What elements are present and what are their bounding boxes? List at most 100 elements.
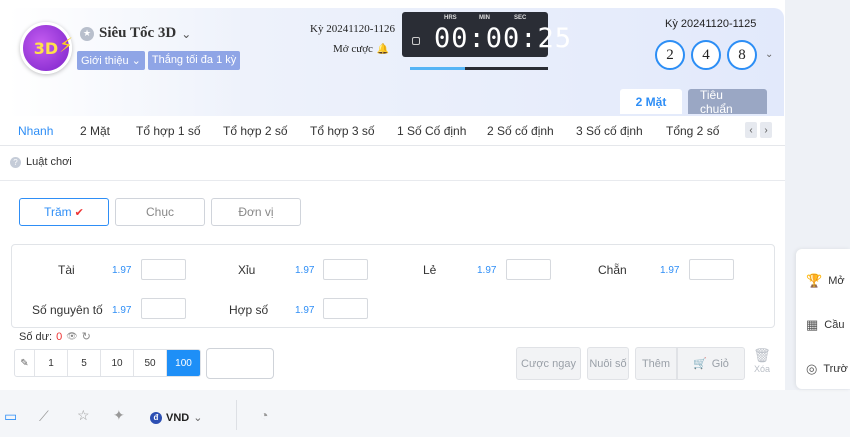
nav-item[interactable]: Tổ hợp 3 số xyxy=(310,124,375,138)
result-ball: 4 xyxy=(691,40,721,70)
nav-item[interactable]: Nhanh xyxy=(18,124,53,138)
nav-item[interactable]: 2 Mặt xyxy=(80,124,110,138)
lightning-icon: ⚡ xyxy=(58,33,73,57)
clock-icon xyxy=(412,37,420,45)
divider xyxy=(0,180,785,181)
current-period: Kỳ 20241120-1126 xyxy=(310,23,396,35)
nav-item[interactable]: 1 Số Cố định xyxy=(397,124,466,138)
delete-button[interactable]: 🗑 Xóa xyxy=(752,347,772,374)
chat-icon[interactable]: ◔ xyxy=(260,407,268,423)
position-tens-button[interactable]: Chục xyxy=(115,198,205,226)
option-label: Số nguyên tố xyxy=(32,303,103,317)
amount-input[interactable] xyxy=(206,348,274,379)
circle-arrow-icon: ◎ xyxy=(806,361,818,376)
option-odds: 1.97 xyxy=(295,265,315,276)
chase-number-button[interactable]: Nuôi số xyxy=(587,347,629,380)
timer-hrs-label: HRS xyxy=(444,15,457,21)
chevron-down-icon: ⌄ xyxy=(193,412,203,424)
chevron-left-icon[interactable]: ‹ xyxy=(745,122,757,138)
result-balls: 2 4 8 xyxy=(655,40,757,70)
option-amount-input[interactable] xyxy=(323,298,368,319)
betting-status: Mở cược 🔔 xyxy=(333,43,390,55)
option-label: Lẻ xyxy=(423,263,437,277)
chevron-down-icon[interactable]: ⌄ xyxy=(765,49,773,60)
chip[interactable]: 50 xyxy=(134,350,167,376)
question-icon: ? xyxy=(10,156,21,168)
option-amount-input[interactable] xyxy=(323,259,368,280)
option-label: Chẵn xyxy=(598,263,627,277)
currency-selector[interactable]: đ VND ⌄ xyxy=(150,411,202,424)
chevron-right-icon[interactable]: › xyxy=(760,122,772,138)
side-item-open[interactable]: 🏆 Mở xyxy=(806,273,845,289)
option-amount-input[interactable] xyxy=(141,259,186,280)
side-item-road[interactable]: ▦ Cầu xyxy=(806,317,844,333)
nav-item[interactable]: 2 Số cố định xyxy=(487,124,554,138)
position-hundreds-button[interactable]: Trăm ✔ xyxy=(19,198,109,226)
chip[interactable]: 100 xyxy=(167,350,200,376)
chart-line-icon[interactable]: ⟋ xyxy=(39,408,49,425)
tab-2-mat[interactable]: 2 Mặt xyxy=(620,89,682,114)
check-icon: ✔ xyxy=(74,206,84,219)
side-item-trend[interactable]: ◎ Trườ xyxy=(806,361,848,377)
bell-icon: 🔔 xyxy=(376,44,390,55)
currency-icon: đ xyxy=(150,411,162,424)
star-icon[interactable]: ☆ xyxy=(77,407,90,424)
refresh-icon[interactable]: ↻ xyxy=(82,330,91,343)
option-label: Xỉu xyxy=(238,263,256,277)
edit-icon[interactable]: ✎ xyxy=(15,350,35,376)
confetti-icon[interactable]: ✦ xyxy=(113,407,125,424)
bottom-toolbar xyxy=(0,390,850,437)
timer-digits: 00:00:25 xyxy=(434,23,573,54)
side-panel: 🏆 Mở ▦ Cầu ◎ Trườ xyxy=(796,249,850,389)
game-selector[interactable]: ★ Siêu Tốc 3D ⌄ xyxy=(80,25,191,42)
countdown-timer: HRS MIN SEC 00:00:25 xyxy=(402,12,571,57)
option-odds: 1.97 xyxy=(477,265,497,276)
cart-icon: 🛒 xyxy=(693,358,707,370)
nav-arrows: ‹ › xyxy=(745,122,772,138)
game-panel: 3D ⚡ ★ Siêu Tốc 3D ⌄ Giới thiệu ⌄ Thắng … xyxy=(0,0,785,390)
option-label: Tài xyxy=(58,263,75,277)
timer-progress xyxy=(410,67,548,70)
result-ball: 2 xyxy=(655,40,685,70)
chevron-down-icon[interactable]: ⌄ xyxy=(181,27,191,41)
position-units-button[interactable]: Đơn vị xyxy=(211,198,301,226)
divider xyxy=(236,400,237,430)
max-win-tag[interactable]: Thắng tối đa 1 kỳ xyxy=(147,51,241,70)
option-amount-input[interactable] xyxy=(689,259,734,280)
mode-tabs: 2 Mặt Tiêu chuẩn xyxy=(620,88,767,116)
trash-icon: 🗑 xyxy=(753,347,771,363)
timer-min-label: MIN xyxy=(479,15,490,21)
balance: Số dư: 0 👁 ↻ xyxy=(19,330,91,344)
chip[interactable]: 10 xyxy=(101,350,134,376)
option-amount-input[interactable] xyxy=(506,259,551,280)
nav-item[interactable]: 3 Số cố định xyxy=(576,124,643,138)
option-amount-input[interactable] xyxy=(141,298,186,319)
timer-sec-label: SEC xyxy=(514,15,527,21)
favorite-star-icon[interactable]: ★ xyxy=(80,26,94,41)
bet-type-nav: Nhanh 2 Mặt Tổ hợp 1 số Tổ hợp 2 số Tổ h… xyxy=(0,116,785,146)
option-odds: 1.97 xyxy=(295,305,315,316)
intro-tag[interactable]: Giới thiệu ⌄ xyxy=(77,51,145,70)
bet-now-button[interactable]: Cược ngay xyxy=(516,347,581,380)
game-name: Siêu Tốc 3D xyxy=(99,25,177,41)
chip[interactable]: 5 xyxy=(68,350,101,376)
rules-link[interactable]: ? Luật chơi xyxy=(10,156,72,168)
nav-item[interactable]: Tổ hợp 2 số xyxy=(223,124,288,138)
nav-item[interactable]: Tổng 2 số xyxy=(666,124,719,138)
timer-progress-fill xyxy=(410,67,466,70)
square-icon[interactable]: ▭ xyxy=(4,408,17,425)
option-odds: 1.97 xyxy=(112,305,132,316)
add-button[interactable]: Thêm xyxy=(635,347,677,380)
eye-icon[interactable]: 👁 xyxy=(66,331,77,342)
chip-selector: ✎ 1 5 10 50 100 xyxy=(14,349,201,377)
option-label: Hợp số xyxy=(229,303,269,317)
cart-button[interactable]: 🛒 Giỏ xyxy=(677,347,745,380)
chip[interactable]: 1 xyxy=(35,350,68,376)
game-logo: 3D ⚡ xyxy=(20,22,73,74)
option-odds: 1.97 xyxy=(660,265,680,276)
trophy-icon: 🏆 xyxy=(806,273,823,288)
balance-value: 0 xyxy=(56,330,63,343)
nav-item[interactable]: Tổ hợp 1 số xyxy=(136,124,201,138)
result-ball: 8 xyxy=(727,40,757,70)
tab-standard[interactable]: Tiêu chuẩn xyxy=(688,88,767,116)
